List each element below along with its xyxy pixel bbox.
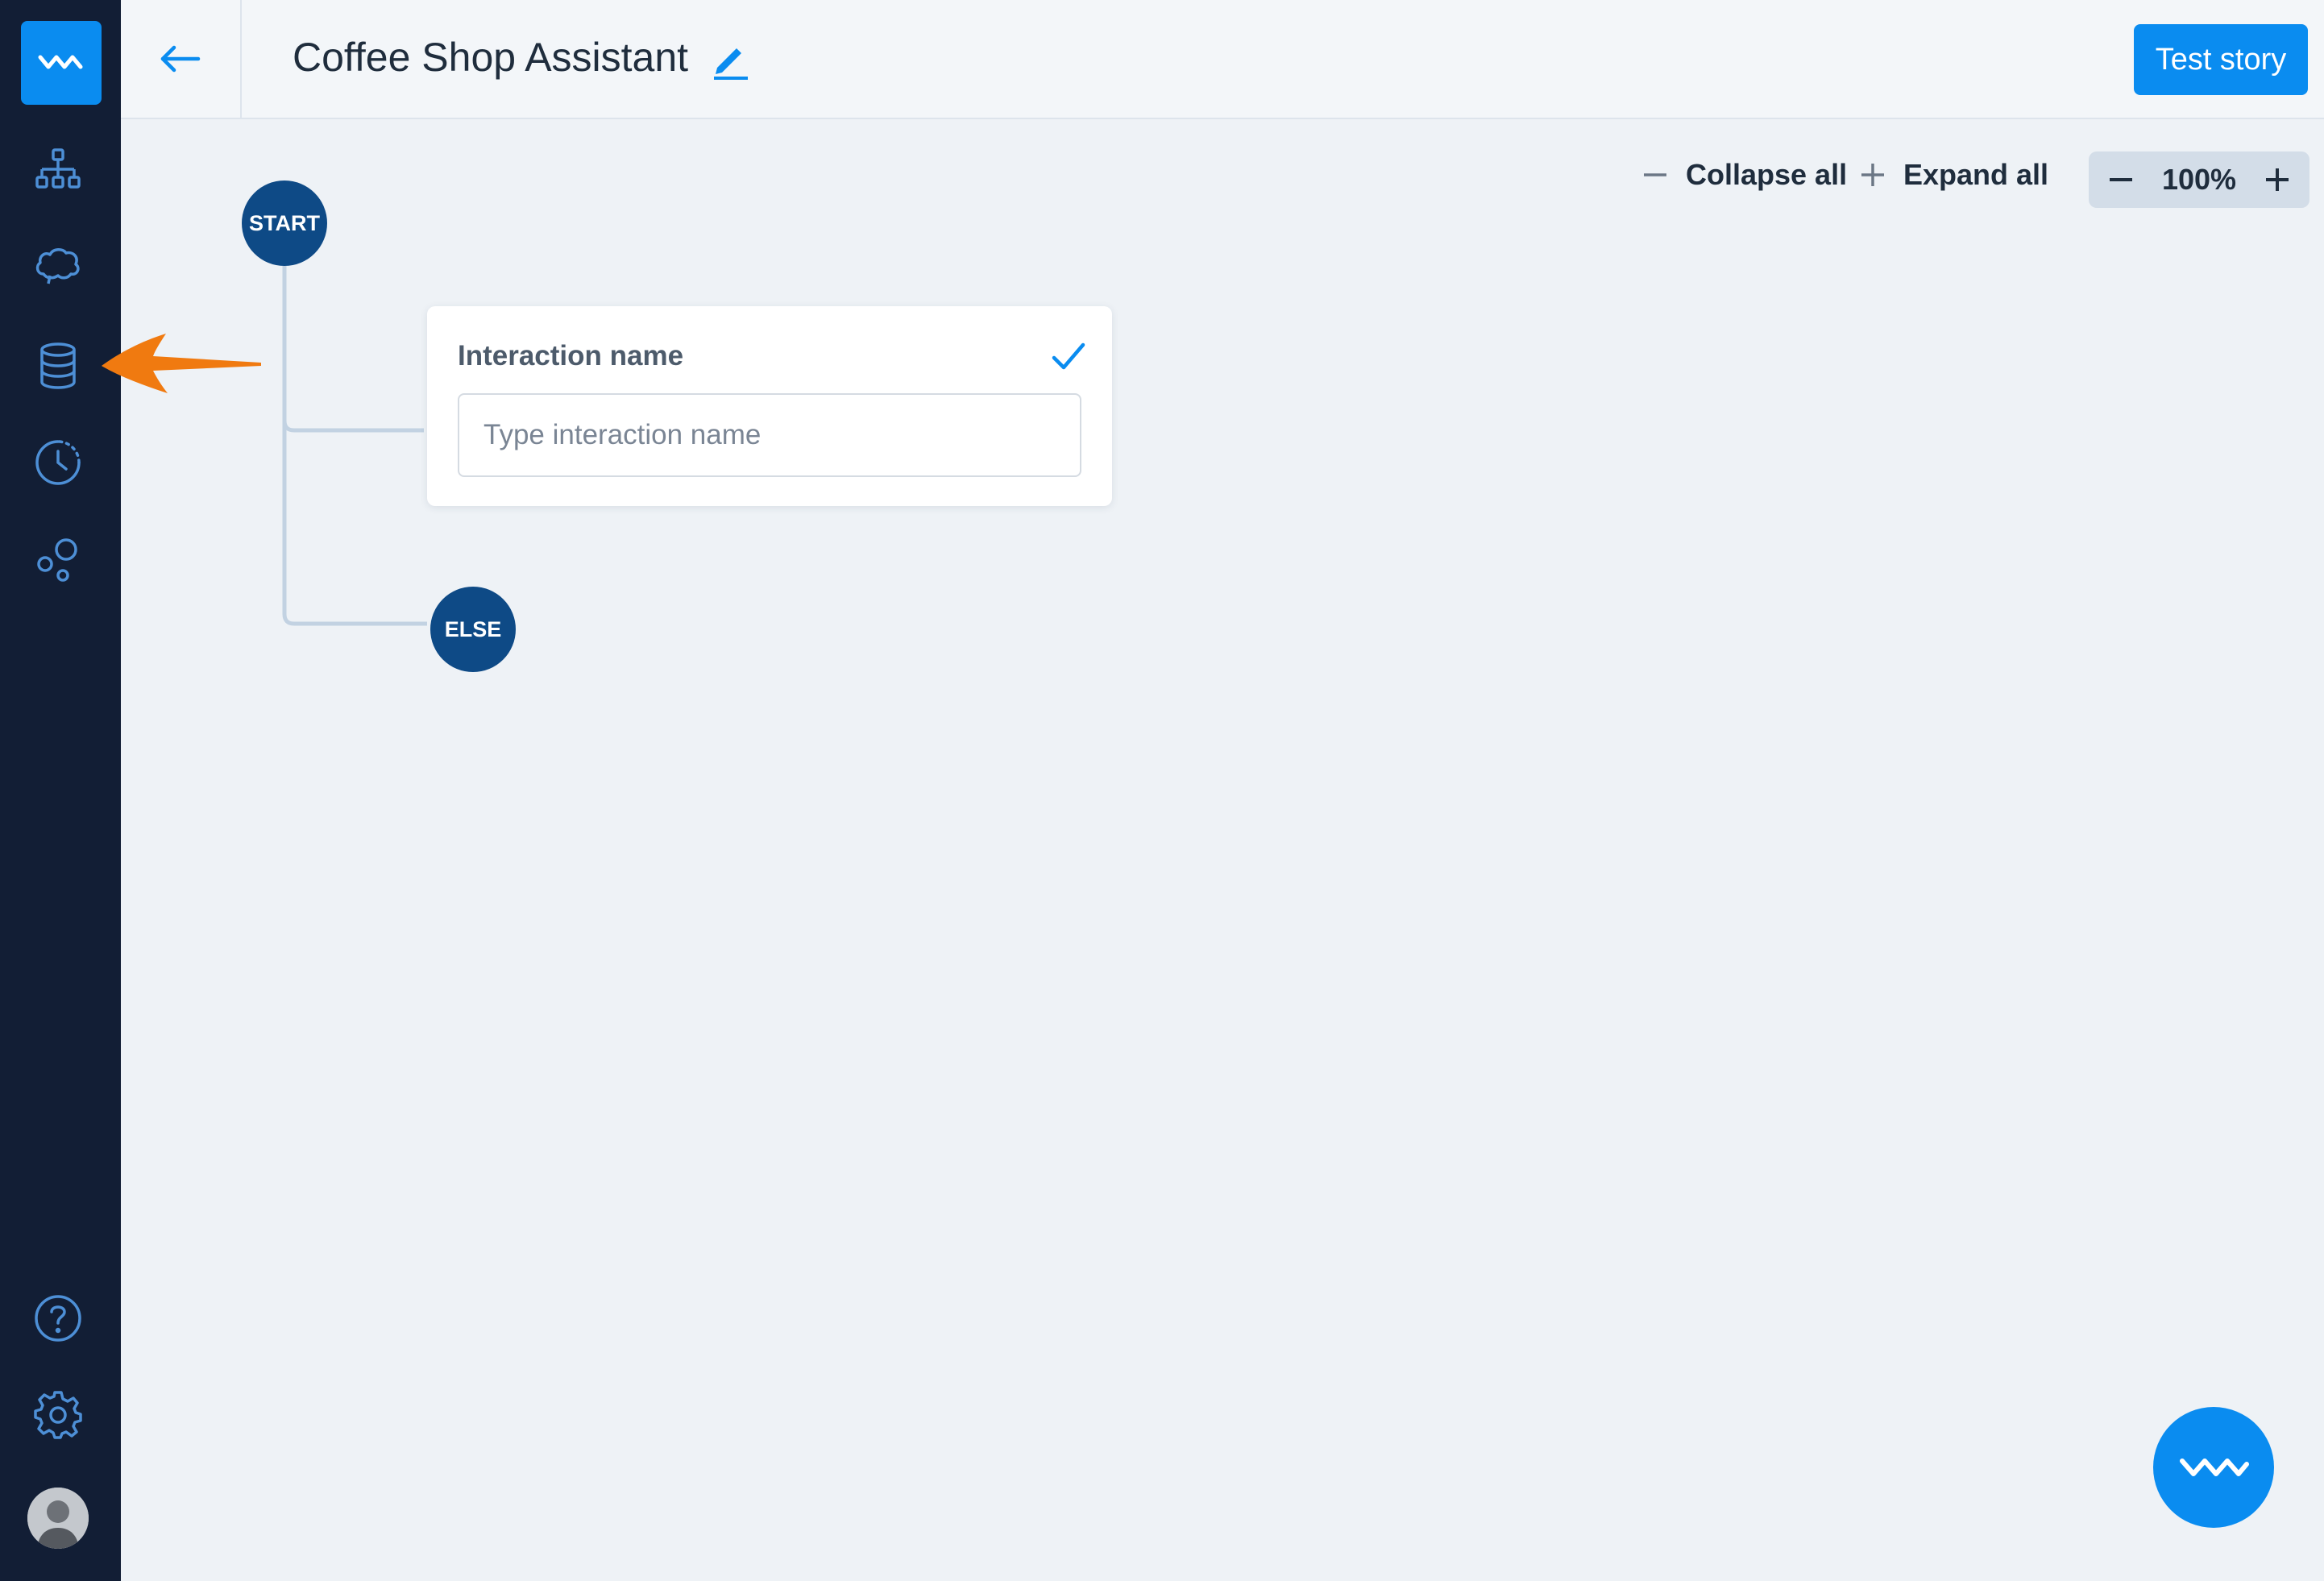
interaction-name-input[interactable]: [458, 393, 1081, 477]
interaction-card: Interaction name: [427, 306, 1112, 506]
logo-icon: [2180, 1459, 2249, 1476]
else-node[interactable]: ELSE: [430, 587, 516, 672]
flow-connectors: [282, 266, 427, 626]
chat-fab-button[interactable]: [2153, 1407, 2274, 1528]
start-node[interactable]: START: [242, 181, 327, 266]
check-icon[interactable]: [1048, 335, 1089, 377]
interaction-name-label: Interaction name: [458, 340, 684, 371]
annotation-arrow-icon: [102, 334, 261, 393]
